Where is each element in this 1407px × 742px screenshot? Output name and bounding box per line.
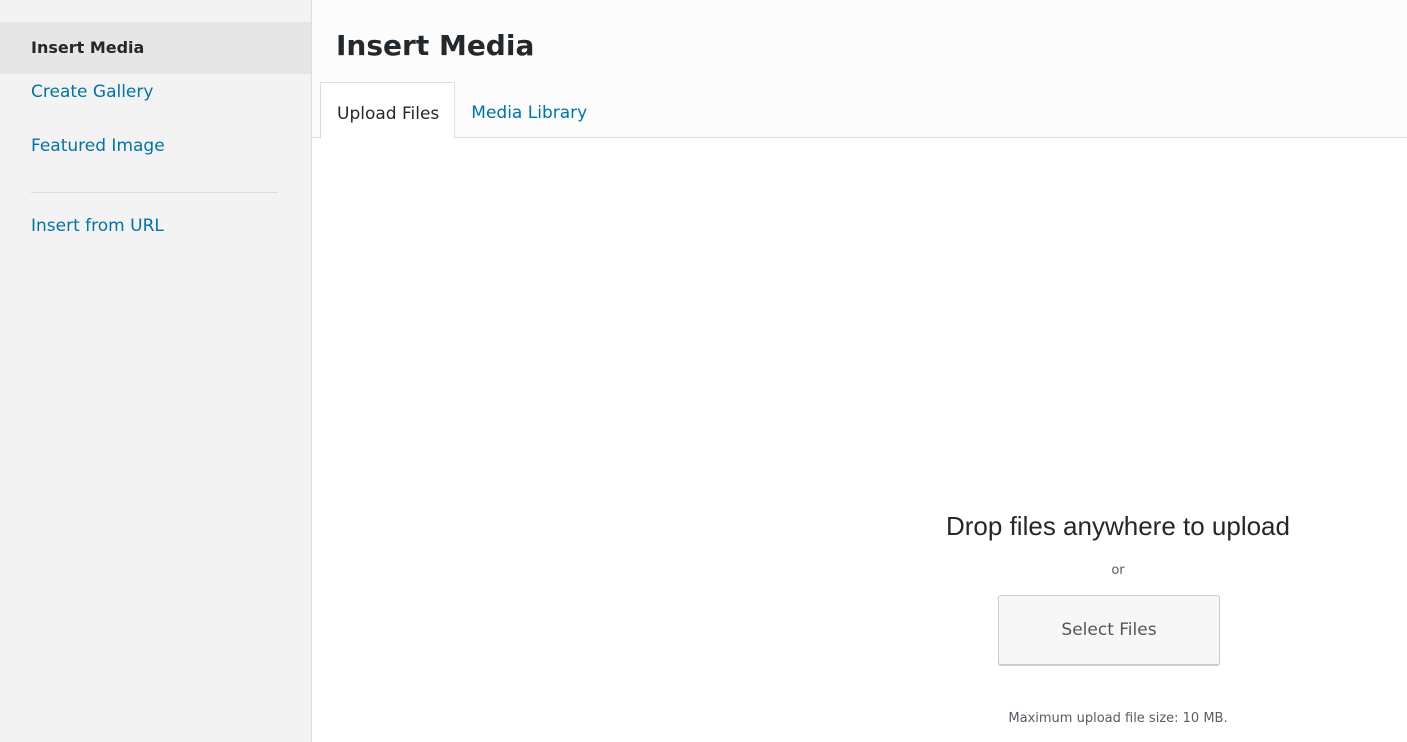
max-upload-size-text: Maximum upload file size: 10 MB. xyxy=(1008,711,1228,726)
or-separator-text: or xyxy=(1111,563,1125,578)
tab-upload-files[interactable]: Upload Files xyxy=(320,82,456,139)
media-router-tabs: Upload Files Media Library xyxy=(320,82,602,139)
upload-dropzone[interactable]: Drop files anywhere to upload or Select … xyxy=(312,138,1407,742)
menu-item-create-gallery[interactable]: Create Gallery xyxy=(0,66,311,118)
menu-item-insert-from-url[interactable]: Insert from URL xyxy=(0,210,311,242)
tab-media-library[interactable]: Media Library xyxy=(455,82,602,138)
select-files-button[interactable]: Select Files xyxy=(998,595,1220,665)
media-modal: Insert Media Create Gallery Featured Ima… xyxy=(0,0,1407,742)
media-frame-content: Insert Media Upload Files Media Library … xyxy=(312,0,1407,742)
menu-separator xyxy=(31,192,278,193)
media-frame-header: Insert Media Upload Files Media Library xyxy=(312,0,1407,139)
page-title: Insert Media xyxy=(336,29,535,62)
drop-instructions: Drop files anywhere to upload xyxy=(946,511,1290,541)
menu-item-featured-image[interactable]: Featured Image xyxy=(0,118,311,174)
media-menu-sidebar: Insert Media Create Gallery Featured Ima… xyxy=(0,0,312,742)
